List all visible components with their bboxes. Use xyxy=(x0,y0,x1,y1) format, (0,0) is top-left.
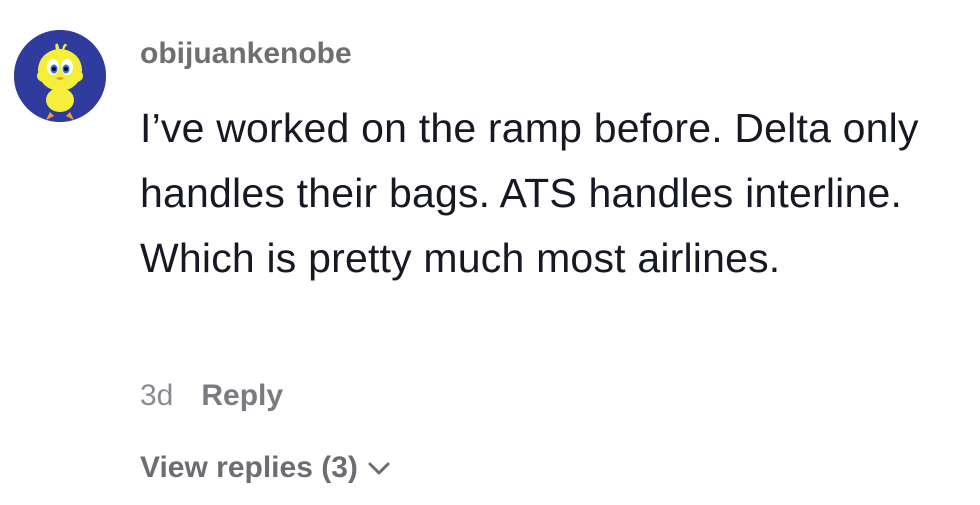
reply-button[interactable]: Reply xyxy=(201,376,283,416)
username[interactable]: obijuankenobe xyxy=(140,36,352,72)
view-replies-label: View replies (3) xyxy=(140,451,358,484)
avatar[interactable] xyxy=(14,30,106,122)
view-replies-button[interactable]: View replies (3) xyxy=(140,448,392,488)
tweety-bird-avatar-icon xyxy=(14,30,106,122)
comment-text: I’ve worked on the ramp before. Delta on… xyxy=(140,105,919,281)
comment-meta: 3d Reply xyxy=(140,376,283,416)
comment-item: obijuankenobe I’ve worked on the ramp be… xyxy=(0,0,980,505)
chevron-down-icon xyxy=(366,455,392,481)
timestamp: 3d xyxy=(140,379,174,412)
